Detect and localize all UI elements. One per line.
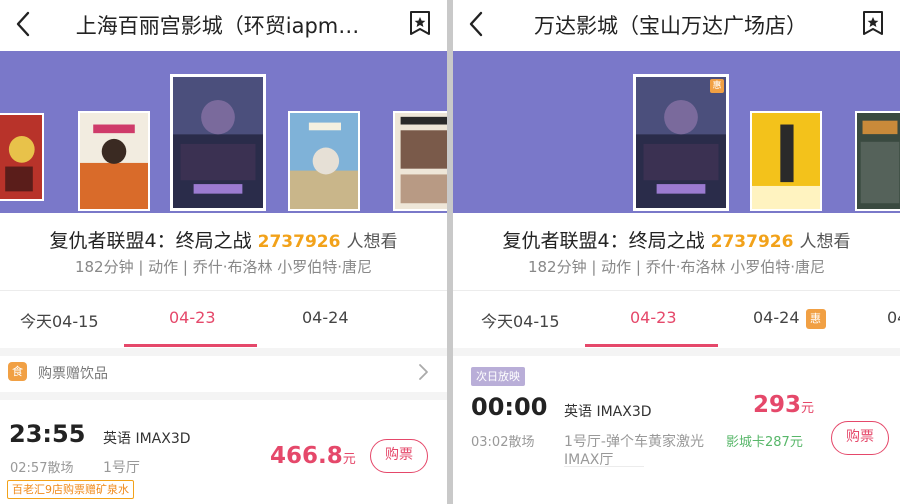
showtime-start: 23:55 bbox=[9, 420, 86, 448]
active-tab-indicator bbox=[124, 344, 257, 347]
food-icon: 食 bbox=[8, 362, 27, 381]
movie-title: 复仇者联盟4：终局之战 bbox=[49, 230, 252, 252]
tab-date-0423[interactable]: 04-23 bbox=[169, 308, 216, 327]
promo-badge: 惠 bbox=[805, 308, 826, 329]
tab-date-0424[interactable]: 04-24 bbox=[302, 308, 349, 327]
divider bbox=[453, 290, 900, 291]
tab-label: 04-24 bbox=[753, 308, 800, 327]
want-count: 2737926 bbox=[710, 232, 794, 252]
promo-badge: 惠 bbox=[710, 79, 724, 93]
showtime-hall: 1号厅 bbox=[103, 460, 140, 476]
movie-title-line: 复仇者联盟4：终局之战 2737926 人想看 bbox=[453, 226, 900, 253]
top-bar: 万达影城（宝山万达广场店） bbox=[453, 0, 900, 50]
left-cinema-panel: 上海百丽宫影城（环贸iapm… 复仇者联盟4：终局之战 2737926 人想看 … bbox=[0, 0, 447, 504]
tab-date-next[interactable]: 04 bbox=[887, 308, 900, 327]
section-gap bbox=[0, 348, 447, 356]
movie-meta: 182分钟 | 动作 | 乔什·布洛林 小罗伯特·唐尼 bbox=[74, 258, 373, 276]
poster-carousel[interactable]: 惠 bbox=[453, 51, 900, 213]
showtime-price: 466.8元 bbox=[270, 443, 356, 469]
favorite-button[interactable] bbox=[407, 9, 433, 37]
price-value: 293 bbox=[753, 392, 802, 418]
bookmark-star-icon bbox=[410, 11, 430, 35]
showtime-start: 00:00 bbox=[471, 393, 548, 421]
cinema-title: 万达影城（宝山万达广场店） bbox=[534, 14, 807, 38]
showtime-price: 293元 bbox=[753, 392, 814, 418]
movie-poster-selected[interactable]: 惠 bbox=[633, 74, 729, 211]
drinks-promo-row[interactable]: 食 购票赠饮品 bbox=[0, 356, 447, 392]
price-value: 466.8 bbox=[270, 443, 343, 469]
showtime-language-format: 英语 IMAX3D bbox=[564, 404, 652, 420]
top-bar: 上海百丽宫影城（环贸iapm… bbox=[0, 0, 447, 50]
want-label: 人想看 bbox=[799, 232, 851, 252]
tab-date-0415[interactable]: 今天04-15 bbox=[20, 308, 99, 332]
showtime-language-format: 英语 IMAX3D bbox=[103, 431, 191, 447]
date-tabs: 今天04-15 04-23 04-24 惠 04 bbox=[453, 292, 900, 348]
movie-poster[interactable] bbox=[855, 111, 900, 211]
chevron-left-icon bbox=[469, 11, 483, 37]
section-gap bbox=[453, 348, 900, 356]
active-tab-indicator bbox=[585, 344, 718, 347]
movie-title-line: 复仇者联盟4：终局之战 2737926 人想看 bbox=[0, 226, 447, 253]
tab-date-0424[interactable]: 04-24 惠 bbox=[753, 308, 826, 329]
movie-poster[interactable] bbox=[750, 111, 822, 211]
next-day-badge: 次日放映 bbox=[471, 367, 525, 386]
date-tabs: 今天04-15 04-23 04-24 bbox=[0, 292, 447, 348]
back-button[interactable] bbox=[10, 8, 38, 40]
showtime-hall-line1: 1号厅-弹个车黄家激光 bbox=[564, 434, 704, 450]
bookmark-star-icon bbox=[863, 11, 883, 35]
movie-poster[interactable] bbox=[288, 111, 360, 211]
showtime-end: 03:02散场 bbox=[471, 435, 535, 450]
movie-poster[interactable] bbox=[78, 111, 150, 211]
buy-ticket-button[interactable]: 购票 bbox=[831, 421, 889, 455]
poster-carousel[interactable] bbox=[0, 51, 447, 213]
divider bbox=[564, 466, 644, 467]
movie-meta: 182分钟 | 动作 | 乔什·布洛林 小罗伯特·唐尼 bbox=[527, 258, 826, 276]
tab-date-0415[interactable]: 今天04-15 bbox=[481, 308, 560, 332]
want-count: 2737926 bbox=[257, 232, 341, 252]
movie-title: 复仇者联盟4：终局之战 bbox=[502, 230, 705, 252]
movie-poster[interactable] bbox=[0, 113, 44, 201]
price-unit: 元 bbox=[801, 401, 815, 416]
favorite-button[interactable] bbox=[860, 9, 886, 37]
tab-date-0423[interactable]: 04-23 bbox=[630, 308, 677, 327]
showtime-end: 02:57散场 bbox=[10, 461, 74, 476]
chevron-right-icon bbox=[419, 364, 428, 380]
price-unit: 元 bbox=[342, 452, 356, 467]
divider bbox=[0, 290, 447, 291]
back-button[interactable] bbox=[463, 8, 491, 40]
gift-promo-badge: 百老汇9店购票赠矿泉水 bbox=[7, 480, 134, 499]
member-card-price: 影城卡287元 bbox=[726, 435, 803, 450]
drinks-promo-text: 购票赠饮品 bbox=[38, 366, 108, 382]
want-label: 人想看 bbox=[346, 232, 398, 252]
chevron-left-icon bbox=[16, 11, 30, 37]
movie-poster[interactable] bbox=[393, 111, 447, 211]
right-cinema-panel: 万达影城（宝山万达广场店） 惠 复仇者联盟4：终局之战 2737926 人想看 … bbox=[453, 0, 900, 504]
movie-poster-selected[interactable] bbox=[170, 74, 266, 211]
section-gap bbox=[0, 392, 447, 400]
cinema-title: 上海百丽宫影城（环贸iapm… bbox=[75, 14, 360, 38]
buy-ticket-button[interactable]: 购票 bbox=[370, 439, 428, 473]
